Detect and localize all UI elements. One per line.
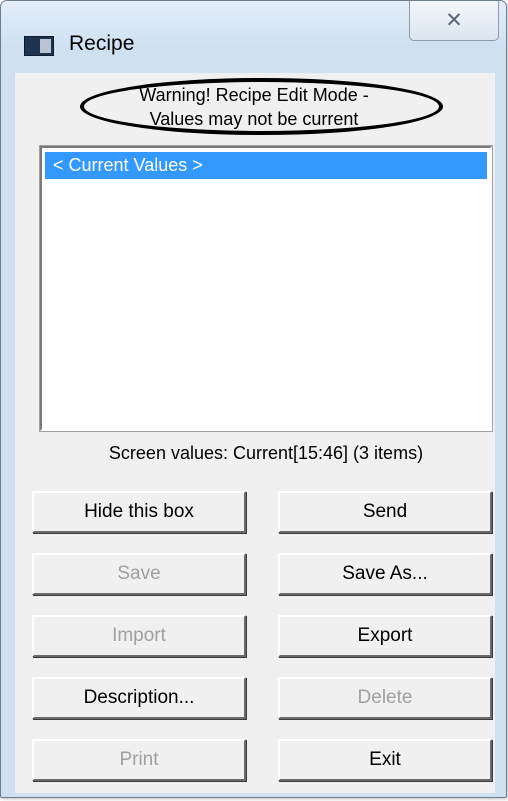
description-button[interactable]: Description... — [32, 677, 246, 719]
recipe-window: Recipe ✕ Warning! Recipe Edit Mode - Val… — [0, 0, 507, 798]
list-item-current-values[interactable]: < Current Values > — [45, 152, 487, 179]
close-button[interactable]: ✕ — [409, 1, 499, 41]
warning-highlight-ellipse — [80, 78, 443, 135]
import-button[interactable]: Import — [32, 615, 246, 657]
exit-button[interactable]: Exit — [278, 739, 492, 781]
close-icon: ✕ — [445, 9, 463, 32]
save-as-button[interactable]: Save As... — [278, 553, 492, 595]
title-bar[interactable]: Recipe ✕ — [1, 1, 506, 56]
recipe-listbox[interactable]: < Current Values > — [39, 145, 493, 432]
print-button[interactable]: Print — [32, 739, 246, 781]
send-button[interactable]: Send — [278, 491, 492, 533]
save-button[interactable]: Save — [32, 553, 246, 595]
window-title: Recipe — [69, 32, 135, 55]
export-button[interactable]: Export — [278, 615, 492, 657]
delete-button[interactable]: Delete — [278, 677, 492, 719]
hide-this-box-button[interactable]: Hide this box — [32, 491, 246, 533]
screen-values-status: Screen values: Current[15:46] (3 items) — [108, 443, 424, 463]
window-icon — [24, 36, 54, 56]
